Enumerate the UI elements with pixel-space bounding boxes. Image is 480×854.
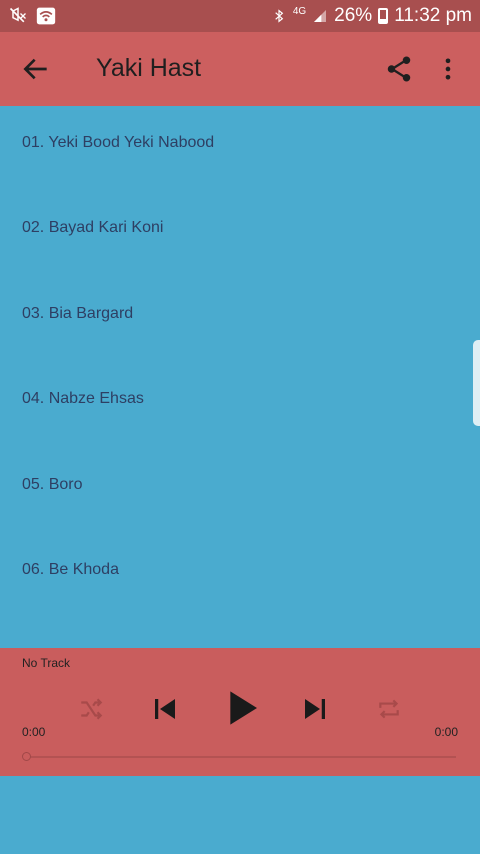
page-title: Yaki Hast bbox=[96, 54, 202, 82]
clock: 11:32 pm bbox=[394, 5, 472, 26]
signal-icon bbox=[314, 10, 327, 22]
music-player: No Track 0:00 0:00 bbox=[0, 648, 480, 776]
status-bar: 4G 26% 11:32 pm bbox=[0, 0, 480, 32]
bluetooth-icon bbox=[275, 9, 284, 23]
share-icon[interactable] bbox=[384, 54, 414, 84]
more-options-icon[interactable] bbox=[434, 54, 462, 84]
app-bar: Yaki Hast bbox=[0, 32, 480, 106]
total-duration: 0:00 bbox=[434, 725, 458, 739]
track-title: 04. Nabze Ehsas bbox=[22, 390, 144, 407]
edge-panel-handle[interactable] bbox=[473, 340, 480, 426]
play-icon[interactable] bbox=[222, 686, 262, 730]
track-title: 02. Bayad Kari Koni bbox=[22, 219, 164, 236]
wifi-icon bbox=[36, 7, 56, 25]
battery-percent: 26% bbox=[334, 5, 373, 26]
network-type: 4G bbox=[292, 5, 307, 17]
repeat-icon[interactable] bbox=[376, 696, 402, 722]
track-item[interactable]: 02. Bayad Kari Koni bbox=[0, 191, 480, 276]
battery-icon bbox=[378, 8, 389, 24]
back-arrow-icon[interactable] bbox=[20, 53, 52, 85]
track-title: 06. Be Khoda bbox=[22, 561, 119, 578]
previous-track-icon[interactable] bbox=[150, 694, 180, 724]
track-item[interactable]: 06. Be Khoda bbox=[0, 533, 480, 618]
elapsed-time: 0:00 bbox=[22, 725, 46, 739]
track-item[interactable]: 03. Bia Bargard bbox=[0, 277, 480, 362]
track-item[interactable]: 01. Yeki Bood Yeki Nabood bbox=[0, 106, 480, 191]
track-title: 03. Bia Bargard bbox=[22, 305, 134, 322]
seek-thumb[interactable] bbox=[22, 752, 31, 761]
shuffle-icon[interactable] bbox=[78, 696, 104, 722]
track-title: 01. Yeki Bood Yeki Nabood bbox=[22, 134, 215, 151]
track-title: 05. Boro bbox=[22, 476, 83, 493]
track-item[interactable]: 04. Nabze Ehsas bbox=[0, 362, 480, 447]
seek-bar[interactable] bbox=[23, 756, 456, 758]
next-track-icon[interactable] bbox=[300, 694, 330, 724]
now-playing-label: No Track bbox=[22, 656, 71, 670]
mute-vibrate-icon bbox=[9, 7, 26, 23]
track-item[interactable]: 05. Boro bbox=[0, 448, 480, 533]
